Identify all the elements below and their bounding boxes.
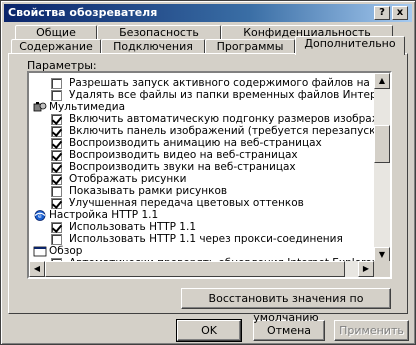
- setting-checkbox[interactable]: [51, 150, 62, 161]
- help-button[interactable]: ?: [374, 6, 390, 20]
- setting-checkbox[interactable]: [51, 234, 62, 245]
- setting-checkbox[interactable]: [51, 78, 62, 89]
- setting-label: Использовать HTTP 1.1 через прокси-соеди…: [69, 233, 343, 245]
- svg-text:e: e: [38, 213, 42, 220]
- scrollbar-corner: [374, 261, 390, 277]
- setting-checkbox[interactable]: [51, 198, 62, 209]
- scroll-up-button[interactable]: ▲: [374, 73, 390, 89]
- restore-defaults-button[interactable]: Восстановить значения по умолчанию: [181, 288, 391, 324]
- setting-checkbox[interactable]: [51, 222, 62, 233]
- scroll-right-button[interactable]: ▶: [358, 261, 374, 277]
- internet-options-dialog: Свойства обозревателя ? x Общие Безопасн…: [0, 0, 416, 345]
- setting-checkbox[interactable]: [51, 138, 62, 149]
- setting-checkbox[interactable]: [51, 114, 62, 125]
- setting-checkbox[interactable]: [51, 90, 62, 101]
- close-button[interactable]: x: [392, 6, 408, 20]
- window-title: Свойства обозревателя: [8, 6, 158, 19]
- scroll-left-button[interactable]: ◀: [29, 261, 45, 277]
- setting-checkbox[interactable]: [51, 174, 62, 185]
- vertical-scrollbar[interactable]: ▲ ▼: [374, 73, 390, 263]
- browse-icon: [33, 245, 47, 258]
- title-bar: Свойства обозревателя ? x: [4, 4, 412, 22]
- setting-checkbox[interactable]: [51, 126, 62, 137]
- setting-checkbox[interactable]: [51, 162, 62, 173]
- setting-checkbox[interactable]: [51, 186, 62, 197]
- horizontal-scroll-thumb[interactable]: [45, 261, 345, 277]
- multimedia-icon: [33, 101, 47, 114]
- vertical-scroll-thumb[interactable]: [374, 125, 390, 163]
- tab-advanced[interactable]: Дополнительно: [295, 36, 405, 55]
- horizontal-scrollbar[interactable]: ◀ ▶: [29, 261, 374, 277]
- ie-globe-icon: e: [33, 209, 47, 222]
- settings-tree[interactable]: Разрешать запуск активного содержимого ф…: [27, 71, 392, 279]
- apply-button[interactable]: Применить: [334, 320, 409, 341]
- ok-button[interactable]: OK: [176, 319, 242, 342]
- settings-tree-items: Разрешать запуск активного содержимого ф…: [29, 73, 374, 263]
